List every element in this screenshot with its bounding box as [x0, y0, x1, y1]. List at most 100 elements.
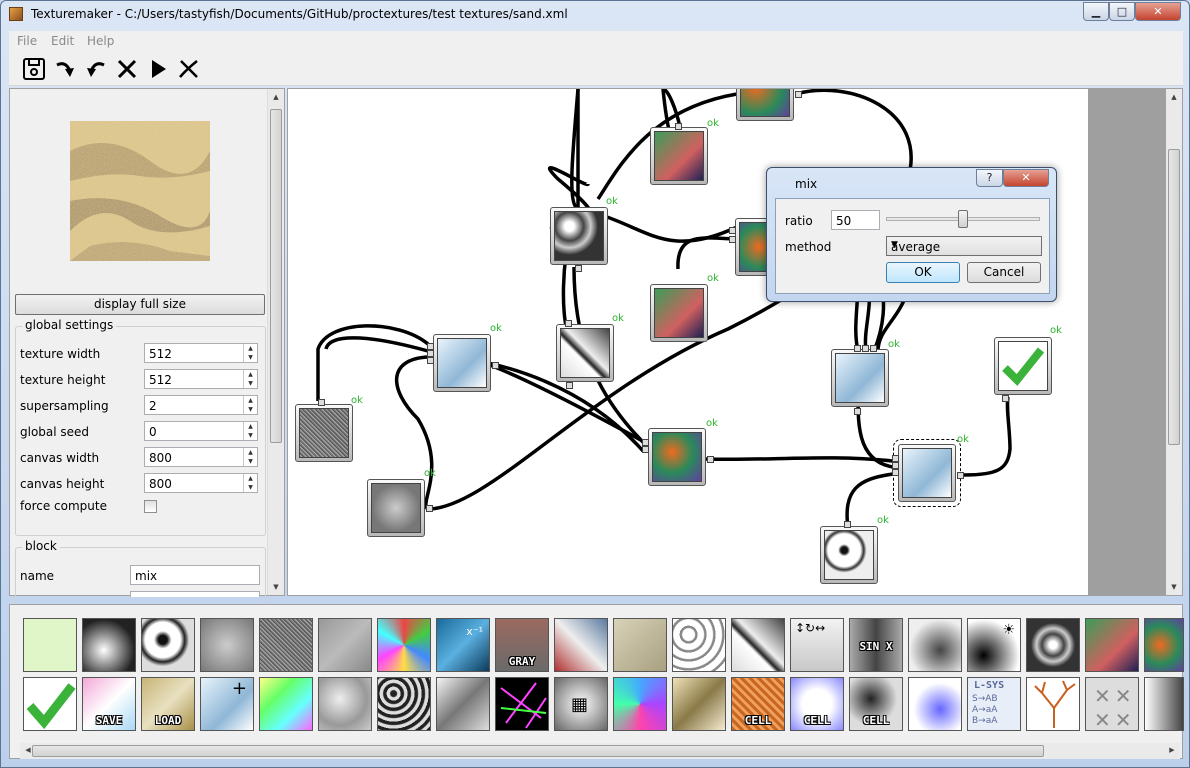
node-port[interactable]	[854, 408, 861, 415]
palette-block-blur[interactable]	[200, 618, 254, 672]
palette-block-tile[interactable]: ✕✕ ✕✕	[1085, 677, 1139, 731]
palette-block-output[interactable]	[23, 677, 77, 731]
spin-up-icon[interactable]: ▲	[243, 422, 257, 431]
dialog-close-button[interactable]: ✕	[1003, 169, 1049, 187]
scroll-thumb[interactable]	[1168, 149, 1180, 445]
palette-block-tree[interactable]	[1026, 677, 1080, 731]
node-port[interactable]	[957, 472, 964, 479]
palette-block-twist[interactable]	[377, 677, 431, 731]
node-port[interactable]	[892, 462, 899, 469]
node-port[interactable]	[427, 357, 434, 364]
palette-block-crack[interactable]	[731, 618, 785, 672]
texture-width-input[interactable]: 512 ▲ ▼	[144, 343, 258, 363]
canvas-width-input[interactable]: 800 ▲ ▼	[144, 447, 258, 467]
palette-block-waves[interactable]	[672, 618, 726, 672]
node-canvas[interactable]: ok ok ok ok ok ok ok ok ok ok ok ok ▲ ▼	[287, 88, 1183, 596]
undo-icon[interactable]	[84, 57, 108, 81]
palette-block-color[interactable]	[23, 618, 77, 672]
node-noise[interactable]	[295, 404, 353, 462]
palette-block-glow[interactable]	[82, 618, 136, 672]
canvas-height-input[interactable]: 800 ▲ ▼	[144, 473, 258, 493]
cancel-button[interactable]: Cancel	[967, 262, 1041, 283]
palette-block-shapes[interactable]	[554, 618, 608, 672]
node-flames-main[interactable]	[648, 428, 706, 486]
minimize-button[interactable]: ▁	[1083, 2, 1109, 21]
node-port[interactable]	[1002, 395, 1009, 402]
palette-block-swirl[interactable]	[318, 677, 372, 731]
node-port[interactable]	[492, 362, 499, 369]
force-compute-checkbox[interactable]	[144, 500, 157, 513]
block-name-input[interactable]: mix	[130, 565, 260, 585]
close-button[interactable]: ✕	[1135, 2, 1181, 21]
palette-block-gray[interactable]: GRAY	[495, 618, 549, 672]
spin-down-icon[interactable]: ▼	[243, 457, 257, 466]
canvas-scrollbar[interactable]: ▲ ▼	[1166, 89, 1182, 595]
spin-down-icon[interactable]: ▼	[243, 483, 257, 492]
palette-block-rainbow[interactable]	[259, 677, 313, 731]
block-next-input[interactable]	[130, 591, 260, 597]
menu-help[interactable]: Help	[87, 34, 114, 48]
palette-block-dots-cell[interactable]: CELL	[790, 677, 844, 731]
palette-block-sin-x[interactable]: SIN X	[849, 618, 903, 672]
help-button[interactable]: ?	[976, 169, 1003, 187]
palette-block-maze-cell[interactable]: CELL	[731, 677, 785, 731]
spin-down-icon[interactable]: ▼	[243, 379, 257, 388]
ratio-slider-handle[interactable]	[958, 210, 968, 228]
scroll-thumb[interactable]	[270, 109, 282, 443]
palette-block-spots[interactable]	[141, 618, 195, 672]
node-port[interactable]	[892, 469, 899, 476]
spin-up-icon[interactable]: ▲	[243, 396, 257, 405]
palette-block-blob-cell[interactable]: CELL	[849, 677, 903, 731]
node-port[interactable]	[795, 91, 802, 98]
palette-block-cells[interactable]	[1026, 618, 1080, 672]
node-port[interactable]	[575, 265, 582, 272]
palette-block-last[interactable]	[1144, 677, 1184, 731]
palette-block-crystal[interactable]	[672, 677, 726, 731]
ratio-input[interactable]: 50	[831, 210, 880, 230]
node-gradient[interactable]	[650, 127, 708, 185]
global-seed-input[interactable]: 0 ▲ ▼	[144, 421, 258, 441]
node-port[interactable]	[642, 439, 649, 446]
palette-block-transform[interactable]: ↕↻↔	[790, 618, 844, 672]
redo-icon[interactable]	[53, 57, 77, 81]
node-port[interactable]	[427, 350, 434, 357]
scroll-up-icon[interactable]: ▲	[268, 93, 284, 101]
supersampling-input[interactable]: 2 ▲ ▼	[144, 395, 258, 415]
node-port[interactable]	[870, 345, 877, 352]
node-gradient-2[interactable]	[650, 284, 708, 342]
node-spots[interactable]	[820, 526, 878, 584]
menu-edit[interactable]: Edit	[51, 34, 74, 48]
left-panel-scrollbar[interactable]: ▲ ▼	[267, 89, 284, 595]
palette-block-mix[interactable]: +	[200, 677, 254, 731]
spin-up-icon[interactable]: ▲	[243, 370, 257, 379]
scroll-down-icon[interactable]: ▼	[268, 583, 284, 591]
node-port[interactable]	[426, 505, 433, 512]
texture-height-input[interactable]: 512 ▲ ▼	[144, 369, 258, 389]
node-port[interactable]	[892, 455, 899, 462]
palette-block-load[interactable]: LOAD	[141, 677, 195, 731]
spin-down-icon[interactable]: ▼	[243, 405, 257, 414]
node-port[interactable]	[844, 521, 851, 528]
node-port[interactable]	[862, 345, 869, 352]
spin-up-icon[interactable]: ▲	[243, 448, 257, 457]
node-mix-2[interactable]	[831, 349, 889, 407]
node-port[interactable]	[729, 227, 736, 234]
node-cells-gray[interactable]	[550, 207, 608, 265]
palette-block-scatter[interactable]	[908, 677, 962, 731]
palette-block-save[interactable]: SAVE	[82, 677, 136, 731]
palette-block-gradient[interactable]	[1085, 618, 1139, 672]
node-port[interactable]	[675, 123, 682, 130]
node-port[interactable]	[707, 456, 714, 463]
node-port[interactable]	[854, 345, 861, 352]
scroll-up-icon[interactable]: ▲	[1166, 93, 1182, 101]
palette-block-voronoi-color[interactable]	[377, 618, 431, 672]
node-output[interactable]	[994, 337, 1052, 395]
node-port[interactable]	[427, 343, 434, 350]
node-blur[interactable]	[367, 479, 425, 537]
palette-block-diagonal[interactable]	[436, 677, 490, 731]
disconnect-icon[interactable]	[177, 57, 201, 81]
delete-icon[interactable]	[115, 57, 139, 81]
maximize-button[interactable]: □	[1109, 2, 1135, 21]
palette-block-inverse[interactable]: x⁻¹	[436, 618, 490, 672]
node-port[interactable]	[729, 236, 736, 243]
